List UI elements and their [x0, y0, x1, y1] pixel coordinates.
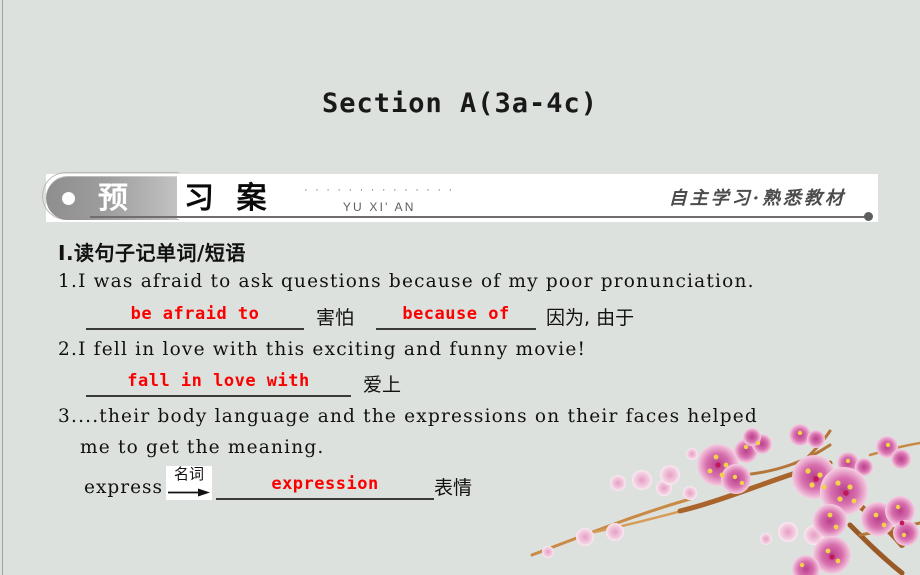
base-word-3: express — [84, 477, 164, 498]
answer-blank-3a[interactable]: expression — [216, 472, 435, 500]
answer-blank-1b[interactable]: because of — [376, 302, 537, 330]
question-sentence-3: ...their body language and the expressio… — [78, 406, 758, 427]
question-line-2: 2.I fell in love with this exciting and … — [58, 339, 586, 360]
answer-blank-2a[interactable]: fall in love with — [86, 369, 351, 397]
answer-text-1b: because of — [402, 304, 510, 324]
slide-canvas: Section A(3a-4c) 预 习 案 · · · · · · · · ·… — [0, 0, 920, 575]
section-heading: Ⅰ.读句子记单词/短语 — [58, 241, 246, 265]
banner-motto: 自主学习·熟悉教材 — [668, 188, 846, 209]
banner-pinyin-block: · · · · · · · · · · · · · · YU XI' AN — [304, 184, 455, 215]
question-line-1: 1.I was afraid to ask questions because … — [58, 271, 755, 292]
gloss-2a: 爱上 — [363, 374, 402, 396]
banner-rule-end-dot-icon — [864, 212, 873, 221]
question-sentence-2: I fell in love with this exciting and fu… — [78, 339, 587, 360]
page-title: Section A(3a-4c) — [321, 88, 599, 119]
question-sentence-1: I was afraid to ask questions because of… — [78, 271, 755, 292]
pinyin-dot-row: · · · · · · · · · · · · · · — [304, 184, 455, 196]
banner-pill: 预 — [46, 176, 177, 220]
gloss-1a: 害怕 — [316, 307, 355, 329]
slide-left-edge-line — [2, 0, 3, 575]
banner-title-chars: 习 案 — [184, 181, 273, 216]
banner-pinyin: YU XI' AN — [342, 200, 416, 214]
answer-blank-1a[interactable]: be afraid to — [86, 302, 304, 330]
bullet-dot-icon — [62, 192, 75, 205]
part-of-speech-label: 名词 — [174, 465, 205, 483]
question-number-2: 2. — [58, 339, 79, 360]
right-arrow-icon — [168, 488, 211, 497]
section-banner: 预 习 案 · · · · · · · · · · · · · · YU XI'… — [42, 172, 878, 222]
banner-pill-char: 预 — [98, 181, 128, 216]
answer-text-2a: fall in love with — [127, 371, 310, 391]
question-line-3-cont: me to get the meaning. — [80, 437, 325, 458]
banner-rule — [90, 216, 868, 218]
answer-text-1a: be afraid to — [130, 304, 260, 324]
answer-row-3: express 名词 expression 表情 — [84, 465, 478, 500]
answer-row-1: be afraid to 害怕 because of 因为, 由于 — [86, 302, 640, 330]
gloss-3a: 表情 — [434, 477, 473, 499]
plum-blossom-decoration — [530, 424, 920, 575]
answer-row-2: fall in love with 爱上 — [86, 369, 407, 397]
question-number-3: 3. — [58, 406, 79, 427]
derivation-arrow-group: 名词 — [166, 465, 213, 500]
question-number-1: 1. — [58, 271, 79, 292]
gloss-1b: 因为, 由于 — [546, 307, 635, 329]
question-line-3: 3....their body language and the express… — [58, 406, 758, 427]
answer-text-3a: expression — [271, 474, 379, 494]
